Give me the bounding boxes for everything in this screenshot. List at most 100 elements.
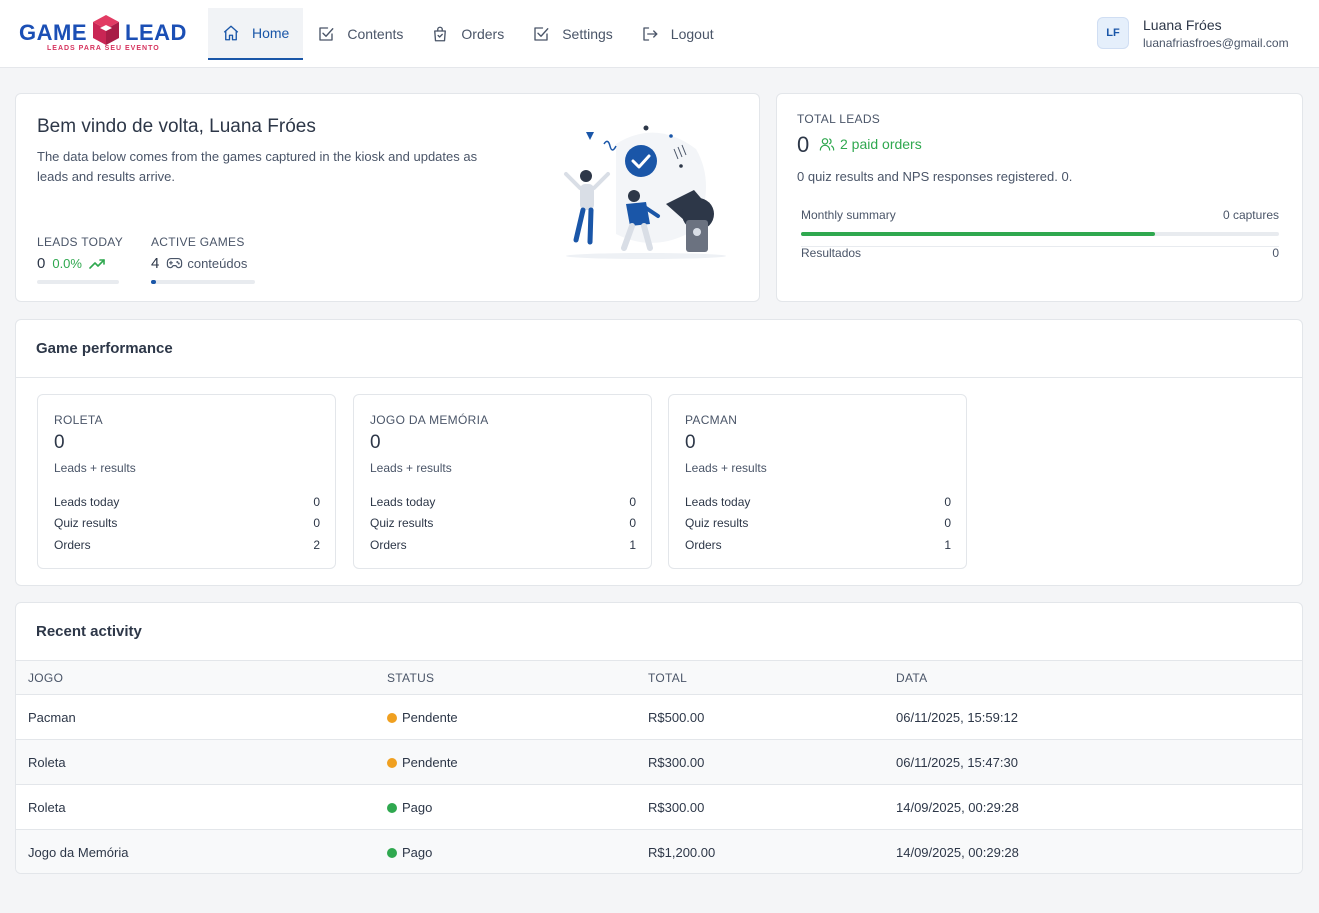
- nav-logout-label: Logout: [670, 26, 714, 42]
- active-games-bar-fill: [151, 280, 157, 284]
- cell-status: Pago: [375, 784, 636, 830]
- cell-total: R$300.00: [636, 784, 884, 830]
- nav-orders-label: Orders: [461, 26, 505, 42]
- active-games-stat: ACTIVE GAMES 4 conteúdos: [151, 235, 255, 284]
- nav-orders[interactable]: Orders: [417, 8, 518, 60]
- status-label: Pendente: [402, 754, 458, 770]
- table-row[interactable]: Roleta Pendente R$300.00 06/11/2025, 15:…: [16, 739, 1302, 785]
- total-leads-value: 0: [797, 132, 810, 157]
- game-name: ROLETA: [54, 413, 103, 427]
- game-leads-row: Leads today 0: [685, 495, 951, 509]
- game-card-jogo-da-memoria[interactable]: JOGO DA MEMÓRIA 0 Leads + results Leads …: [353, 394, 652, 569]
- game-quiz-row: Quiz results 0: [54, 516, 320, 530]
- game-quiz-value: 0: [313, 516, 320, 530]
- gamepad-icon: [167, 257, 183, 269]
- game-quiz-row: Quiz results 0: [685, 516, 951, 530]
- game-performance-card: Game performance ROLETA 0 Leads + result…: [15, 319, 1303, 586]
- celebration-illustration: [564, 125, 726, 259]
- game-name: JOGO DA MEMÓRIA: [370, 413, 489, 427]
- cell-jogo: Roleta: [16, 739, 375, 785]
- leads-today-value: 0: [37, 255, 46, 272]
- total-leads-label: TOTAL LEADS: [797, 112, 881, 126]
- leads-today-stat: LEADS TODAY 0 0.0%: [37, 235, 123, 284]
- logo-tagline: LEADS PARA SEU EVENTO: [47, 45, 160, 52]
- active-games-bar: [151, 280, 255, 284]
- avatar[interactable]: LF: [1097, 17, 1129, 49]
- game-orders-value: 1: [944, 538, 951, 552]
- monthly-summary-bar: [801, 232, 1279, 236]
- active-games-unit: conteúdos: [187, 256, 248, 271]
- recent-activity-title: Recent activity: [36, 623, 142, 640]
- column-header-jogo[interactable]: JOGO: [16, 660, 375, 695]
- user-name: Luana Fróes: [1143, 17, 1222, 33]
- game-orders-label: Orders: [54, 538, 91, 552]
- game-orders-row: Orders 2: [54, 538, 320, 552]
- welcome-description: The data below comes from the games capt…: [37, 149, 478, 184]
- game-leads-label: Leads today: [370, 495, 436, 509]
- game-lead-logo[interactable]: GAME LEAD LEADS PARA SEU EVENTO: [19, 14, 189, 56]
- leads-today-label: LEADS TODAY: [37, 235, 123, 249]
- shopping-bag-icon: [434, 26, 447, 42]
- nav-logout[interactable]: Logout: [627, 8, 728, 60]
- logo-word-lead: LEAD: [125, 20, 187, 45]
- game-card-pacman[interactable]: PACMAN 0 Leads + results Leads today 0 Qu…: [668, 394, 967, 569]
- cell-total: R$1,200.00: [636, 829, 884, 873]
- results-row-content: Resultados 0: [801, 246, 1279, 260]
- table-row[interactable]: Jogo da Memória Pago R$1,200.00 14/09/20…: [16, 829, 1302, 873]
- cell-jogo: Pacman: [16, 694, 375, 740]
- game-leads-row: Leads today 0: [370, 495, 636, 509]
- cell-data: 06/11/2025, 15:59:12: [884, 694, 1302, 740]
- status-dot: [387, 757, 397, 768]
- table-row[interactable]: Pacman Pendente R$500.00 06/11/2025, 15:…: [16, 694, 1302, 740]
- monthly-summary-row: Monthly summary 0 captures: [801, 208, 1279, 222]
- nav-home[interactable]: Home: [208, 8, 304, 60]
- game-quiz-label: Quiz results: [54, 516, 118, 530]
- column-header-total[interactable]: TOTAL: [636, 660, 884, 695]
- status-label: Pago: [402, 799, 433, 815]
- game-leads-label: Leads today: [54, 495, 120, 509]
- trending-up-icon: [89, 258, 105, 269]
- game-card-roleta[interactable]: ROLETA 0 Leads + results Leads today 0 Qu…: [37, 394, 336, 569]
- game-orders-label: Orders: [370, 538, 407, 552]
- cell-status: Pendente: [375, 739, 636, 785]
- game-orders-row: Orders 1: [685, 538, 951, 552]
- active-games-label: ACTIVE GAMES: [151, 235, 245, 249]
- recent-activity-table: JOGO STATUS TOTAL DATA Pacman Pendente R…: [16, 660, 1302, 873]
- game-quiz-value: 0: [944, 516, 951, 530]
- nav-home-label: Home: [252, 25, 290, 41]
- table-row[interactable]: Roleta Pago R$300.00 14/09/2025, 00:29:2…: [16, 784, 1302, 830]
- paid-orders: 2 paid orders: [819, 136, 922, 152]
- nav-contents-label: Contents: [347, 26, 404, 42]
- game-quiz-label: Quiz results: [370, 516, 434, 530]
- nav-contents[interactable]: Contents: [303, 8, 417, 60]
- game-total: 0: [370, 432, 381, 453]
- checkbox-icon: [319, 27, 334, 41]
- main-nav: Home Contents Orders Settings Logout: [208, 8, 728, 60]
- cell-jogo: Jogo da Memória: [16, 829, 375, 873]
- active-games-value: 4: [151, 255, 160, 272]
- nav-settings[interactable]: Settings: [518, 8, 627, 60]
- game-quiz-value: 0: [629, 516, 636, 530]
- game-total: 0: [685, 432, 696, 453]
- game-orders-row: Orders 1: [370, 538, 636, 552]
- status-dot: [387, 802, 397, 813]
- column-header-status[interactable]: STATUS: [375, 660, 636, 695]
- game-orders-label: Orders: [685, 538, 722, 552]
- divider: [16, 377, 1302, 378]
- cell-data: 14/09/2025, 00:29:28: [884, 829, 1302, 873]
- game-leads-value: 0: [944, 495, 951, 509]
- cell-total: R$300.00: [636, 739, 884, 785]
- game-name: PACMAN: [685, 413, 738, 427]
- status-dot: [387, 712, 397, 723]
- game-orders-value: 1: [629, 538, 636, 552]
- welcome-card: Bem vindo de volta, Luana Fróes The data…: [15, 93, 760, 302]
- column-header-data[interactable]: DATA: [884, 660, 1302, 695]
- cell-data: 14/09/2025, 00:29:28: [884, 784, 1302, 830]
- monthly-summary-bar-fill: [801, 232, 1155, 236]
- cell-status: Pendente: [375, 694, 636, 740]
- top-navbar: GAME LEAD LEADS PARA SEU EVENTO Home Con…: [0, 0, 1319, 68]
- game-subtitle: Leads + results: [685, 461, 767, 475]
- paid-orders-label: 2 paid orders: [840, 136, 922, 152]
- cell-total: R$500.00: [636, 694, 884, 740]
- monthly-summary-label: Monthly summary: [801, 208, 896, 222]
